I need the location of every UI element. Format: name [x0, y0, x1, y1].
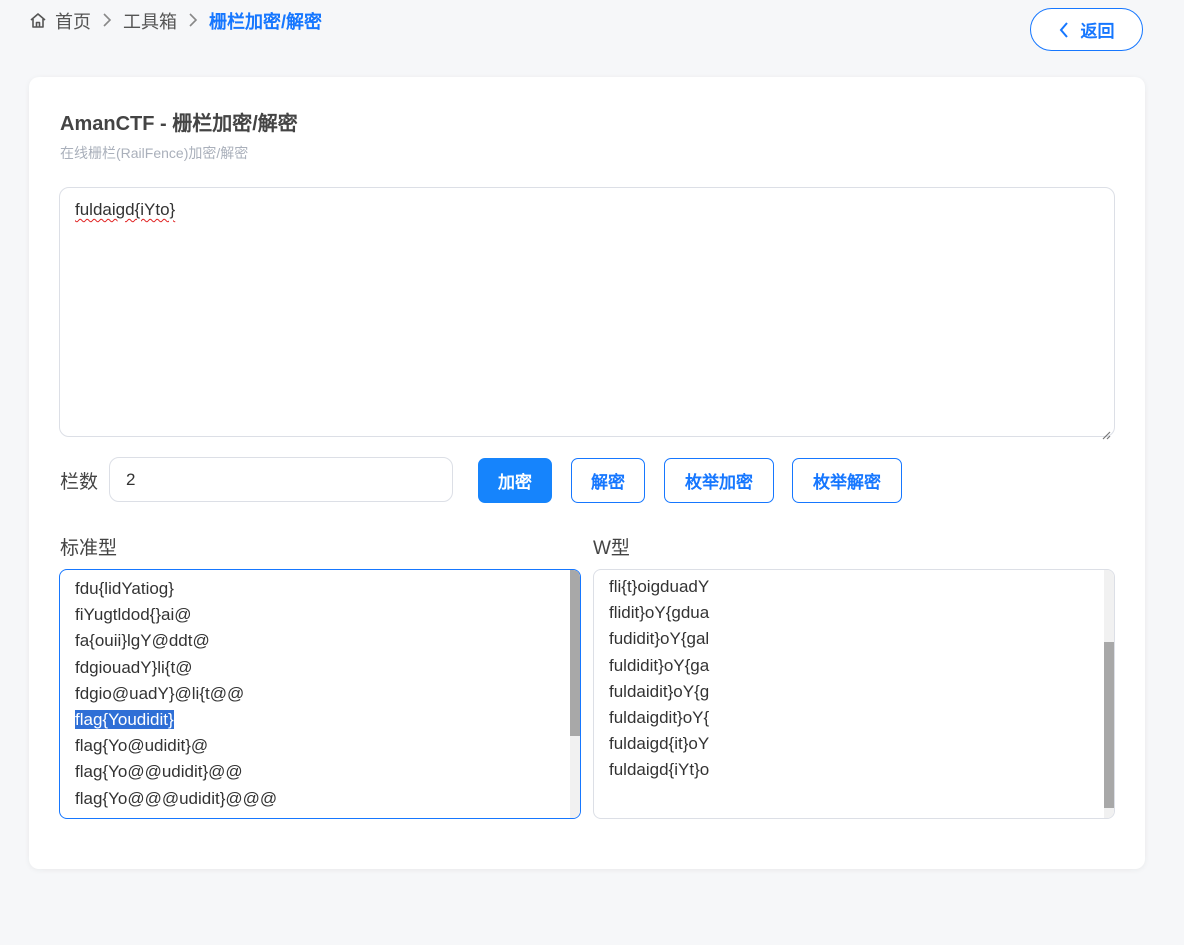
standard-output[interactable]: fdu{lidYatiog} fiYugtldod{}ai@ fa{ouii}lgY…	[59, 569, 581, 819]
page-subtitle: 在线栅栏(RailFence)加密/解密	[60, 145, 249, 161]
standard-scrollbar[interactable]	[570, 570, 580, 818]
output-line: fdu{lidYatiog}	[75, 576, 277, 602]
chevron-right-icon	[183, 11, 203, 32]
output-line-text: fuldaidit}oY{g	[609, 681, 710, 701]
output-line-text: fudidit}oY{gal	[609, 629, 710, 649]
output-line: fdgiouadY}li{t@	[75, 655, 277, 681]
output-line: fuldaidit}oY{g	[609, 679, 709, 705]
output-line: flag{Youdidit}	[75, 707, 277, 733]
output-line-text: fiYugtldod{}ai@	[75, 605, 192, 625]
output-line-text: fli{t}oigduadY	[609, 577, 710, 596]
rails-input[interactable]: 2	[109, 457, 453, 502]
breadcrumb: 首页 工具箱 栅栏加密/解密	[29, 9, 322, 33]
rails-label: 栏数	[60, 472, 99, 493]
page-title: AmanCTF - 栅栏加密/解密	[60, 113, 298, 135]
output-line-text: flag{Yo@udidit}@	[75, 736, 209, 756]
breadcrumb-current: 栅栏加密/解密	[209, 12, 323, 32]
w-type-label: W型	[593, 538, 630, 559]
output-line-text: flidit}oY{gdua	[609, 603, 710, 623]
w-type-scrollbar-thumb[interactable]	[1104, 642, 1114, 808]
standard-scrollbar-thumb[interactable]	[570, 570, 580, 736]
output-line: fli{t}oigduadY	[609, 574, 709, 600]
back-button[interactable]: 返回	[1030, 8, 1143, 51]
output-line-text: fdu{lidYatiog}	[75, 579, 174, 598]
enum-decrypt-button[interactable]: 枚举解密	[792, 458, 902, 503]
back-button-label: 返回	[1080, 22, 1115, 41]
output-line-text: fdgio@uadY}@li{t@@	[75, 683, 245, 703]
w-type-scrollbar[interactable]	[1104, 570, 1114, 818]
enum-encrypt-button[interactable]: 枚举加密	[664, 458, 774, 503]
output-line-text: fa{ouii}lgY@ddt@	[75, 631, 210, 651]
resize-grip-icon[interactable]	[1102, 424, 1111, 440]
input-text: fuldaigd{iYto}	[75, 200, 176, 219]
output-line: flidit}oY{gdua	[609, 600, 709, 626]
output-line: fudidit}oY{gal	[609, 626, 709, 652]
output-line: fa{ouii}lgY@ddt@	[75, 628, 277, 654]
rails-value: 2	[126, 469, 136, 489]
w-type-output[interactable]: fli{t}oigduadY flidit}oY{gdua fudidit}oY{g…	[593, 569, 1115, 819]
home-icon[interactable]	[29, 12, 47, 30]
output-line: fuldaigdit}oY{	[609, 705, 709, 731]
output-line: flag{Yo@@@udidit}@@@	[75, 786, 277, 812]
text-input-area[interactable]: fuldaigd{iYto}	[59, 187, 1115, 440]
output-line-text: fuldaigd{it}oY	[609, 734, 710, 754]
breadcrumb-toolbox[interactable]: 工具箱	[123, 8, 177, 34]
output-line-text: flag{Yo@@udidit}@@	[75, 762, 243, 782]
output-line-text: fuldaigd{iYt}o	[609, 760, 710, 780]
w-type-output-lines: fli{t}oigduadY flidit}oY{gdua fudidit}oY{g…	[609, 574, 709, 784]
output-line: fuldidit}oY{ga	[609, 653, 709, 679]
standard-label: 标准型	[60, 538, 118, 559]
output-line: fuldaigd{iYt}o	[609, 757, 709, 783]
output-line-text: flag{Yo@@@udidit}@@@	[75, 788, 278, 808]
breadcrumb-home[interactable]: 首页	[55, 8, 91, 34]
output-line: fiYugtldod{}ai@	[75, 602, 277, 628]
output-line-text: flag{Youdidit}	[75, 710, 174, 730]
decrypt-button[interactable]: 解密	[571, 458, 645, 503]
chevron-left-icon	[1059, 21, 1069, 38]
output-line: flag{Yo@@udidit}@@	[75, 759, 277, 785]
chevron-right-icon	[97, 11, 117, 32]
encrypt-button[interactable]: 加密	[478, 458, 552, 503]
tool-card: AmanCTF - 栅栏加密/解密 在线栅栏(RailFence)加密/解密 f…	[29, 77, 1145, 869]
output-line-text: fdgiouadY}li{t@	[75, 657, 193, 677]
output-line: flag{Yo@udidit}@	[75, 733, 277, 759]
output-line-text: fuldidit}oY{ga	[609, 655, 710, 675]
output-line: fdgio@uadY}@li{t@@	[75, 681, 277, 707]
output-line: fuldaigd{it}oY	[609, 731, 709, 757]
output-line-text: fuldaigdit}oY{	[609, 708, 710, 728]
standard-output-lines: fdu{lidYatiog} fiYugtldod{}ai@ fa{ouii}lgY…	[75, 576, 277, 812]
